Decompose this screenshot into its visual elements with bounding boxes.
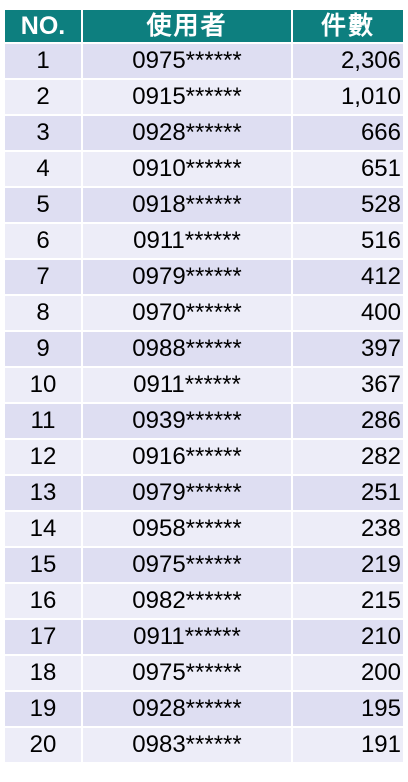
user-cell: 0988******: [83, 332, 291, 366]
rank-cell: 4: [5, 152, 81, 186]
count-cell: 215: [293, 584, 403, 618]
table-row: 20 0983****** 191: [5, 728, 403, 762]
user-cell: 0918******: [83, 188, 291, 222]
table-row: 6 0911****** 516: [5, 224, 403, 258]
table-row: 3 0928****** 666: [5, 116, 403, 150]
count-cell: 210: [293, 620, 403, 654]
count-cell: 200: [293, 656, 403, 690]
rank-cell: 6: [5, 224, 81, 258]
count-cell: 1,010: [293, 80, 403, 114]
count-cell: 282: [293, 440, 403, 474]
rank-cell: 20: [5, 728, 81, 762]
table-row: 9 0988****** 397: [5, 332, 403, 366]
rank-cell: 17: [5, 620, 81, 654]
table-header-row: NO. 使用者 件數: [5, 10, 403, 42]
count-cell: 412: [293, 260, 403, 294]
user-cell: 0939******: [83, 404, 291, 438]
user-cell: 0910******: [83, 152, 291, 186]
rank-cell: 7: [5, 260, 81, 294]
header-count: 件數: [293, 10, 403, 42]
count-cell: 367: [293, 368, 403, 402]
rank-cell: 16: [5, 584, 81, 618]
header-no: NO.: [5, 10, 81, 42]
table-row: 8 0970****** 400: [5, 296, 403, 330]
rank-cell: 3: [5, 116, 81, 150]
count-cell: 2,306: [293, 44, 403, 78]
count-cell: 651: [293, 152, 403, 186]
user-cell: 0975******: [83, 548, 291, 582]
user-cell: 0975******: [83, 44, 291, 78]
rank-cell: 2: [5, 80, 81, 114]
user-cell: 0983******: [83, 728, 291, 762]
rank-cell: 10: [5, 368, 81, 402]
count-cell: 191: [293, 728, 403, 762]
table-row: 14 0958****** 238: [5, 512, 403, 546]
table-row: 15 0975****** 219: [5, 548, 403, 582]
rank-cell: 15: [5, 548, 81, 582]
user-cell: 0928******: [83, 692, 291, 726]
table-row: 11 0939****** 286: [5, 404, 403, 438]
ranking-table: NO. 使用者 件數 1 0975****** 2,306 2 0915****** 1,…: [3, 8, 405, 764]
user-cell: 0982******: [83, 584, 291, 618]
user-cell: 0915******: [83, 80, 291, 114]
rank-cell: 19: [5, 692, 81, 726]
table-row: 4 0910****** 651: [5, 152, 403, 186]
table-row: 5 0918****** 528: [5, 188, 403, 222]
table-row: 1 0975****** 2,306: [5, 44, 403, 78]
count-cell: 528: [293, 188, 403, 222]
rank-cell: 9: [5, 332, 81, 366]
table-row: 18 0975****** 200: [5, 656, 403, 690]
count-cell: 195: [293, 692, 403, 726]
table-row: 10 0911****** 367: [5, 368, 403, 402]
table-row: 19 0928****** 195: [5, 692, 403, 726]
rank-cell: 1: [5, 44, 81, 78]
table-row: 16 0982****** 215: [5, 584, 403, 618]
user-cell: 0958******: [83, 512, 291, 546]
count-cell: 238: [293, 512, 403, 546]
count-cell: 251: [293, 476, 403, 510]
rank-cell: 12: [5, 440, 81, 474]
table-row: 12 0916****** 282: [5, 440, 403, 474]
table-row: 17 0911****** 210: [5, 620, 403, 654]
count-cell: 286: [293, 404, 403, 438]
header-user: 使用者: [83, 10, 291, 42]
rank-cell: 8: [5, 296, 81, 330]
user-cell: 0916******: [83, 440, 291, 474]
user-cell: 0979******: [83, 260, 291, 294]
count-cell: 219: [293, 548, 403, 582]
user-cell: 0928******: [83, 116, 291, 150]
rank-cell: 11: [5, 404, 81, 438]
count-cell: 666: [293, 116, 403, 150]
user-cell: 0970******: [83, 296, 291, 330]
rank-cell: 13: [5, 476, 81, 510]
rank-cell: 18: [5, 656, 81, 690]
user-cell: 0975******: [83, 656, 291, 690]
count-cell: 397: [293, 332, 403, 366]
user-cell: 0911******: [83, 368, 291, 402]
rank-cell: 5: [5, 188, 81, 222]
user-cell: 0911******: [83, 620, 291, 654]
count-cell: 516: [293, 224, 403, 258]
rank-cell: 14: [5, 512, 81, 546]
table-row: 7 0979****** 412: [5, 260, 403, 294]
count-cell: 400: [293, 296, 403, 330]
table-row: 13 0979****** 251: [5, 476, 403, 510]
table-row: 2 0915****** 1,010: [5, 80, 403, 114]
table-body: 1 0975****** 2,306 2 0915****** 1,010 3 0928***…: [5, 44, 403, 762]
user-cell: 0979******: [83, 476, 291, 510]
user-cell: 0911******: [83, 224, 291, 258]
